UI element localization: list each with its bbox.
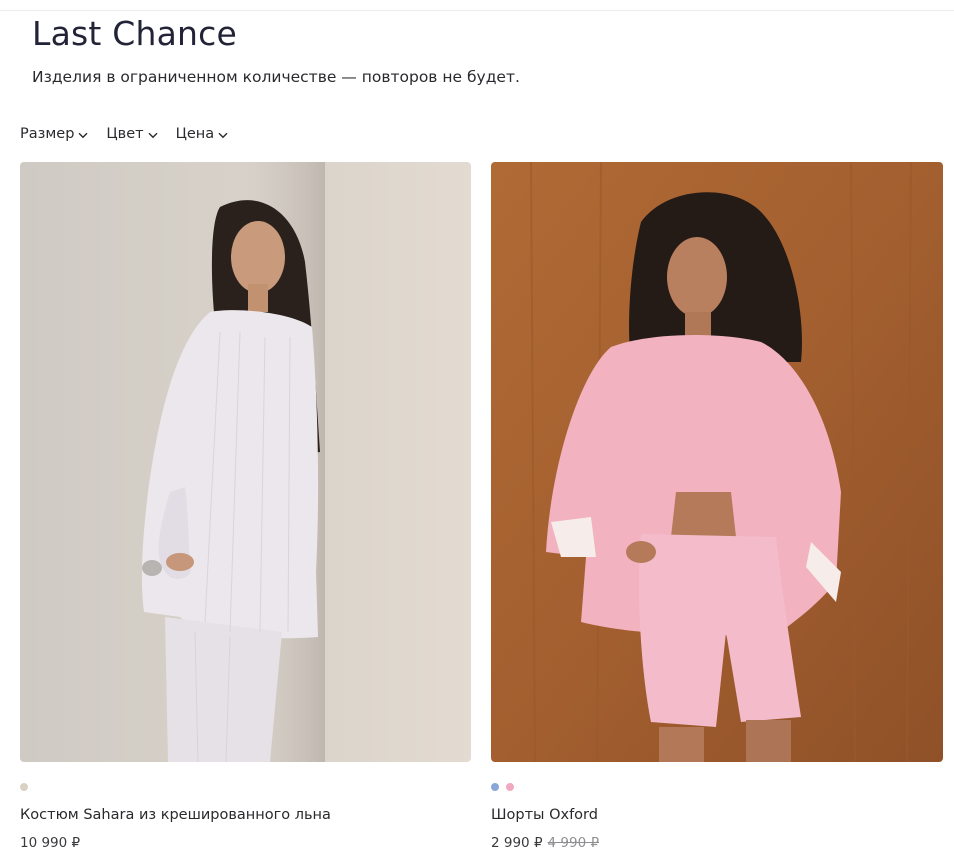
filter-color[interactable]: Цвет: [106, 124, 158, 144]
filter-price-label: Цена: [175, 126, 215, 142]
product-card: Шорты Oxford 2 990 ₽ 4 990 ₽: [491, 162, 943, 853]
page-title: Last Chance: [32, 14, 237, 53]
color-swatch[interactable]: [506, 783, 514, 791]
color-swatches: [491, 783, 943, 791]
filter-size[interactable]: Размер: [20, 124, 88, 144]
chevron-down-icon: [78, 130, 88, 139]
color-swatches: [20, 783, 471, 791]
header-divider: [0, 10, 954, 11]
filter-price[interactable]: Цена: [176, 124, 229, 144]
product-price-row: 10 990 ₽: [20, 833, 471, 853]
chevron-down-icon: [218, 130, 228, 139]
product-name[interactable]: Костюм Sahara из крешированного льна: [20, 805, 471, 825]
product-price: 10 990 ₽: [20, 835, 81, 851]
product-name[interactable]: Шорты Oxford: [491, 805, 943, 825]
color-swatch[interactable]: [20, 783, 28, 791]
product-image[interactable]: [20, 162, 471, 762]
filter-size-label: Размер: [20, 126, 75, 142]
product-price: 2 990 ₽: [491, 835, 543, 851]
color-swatch[interactable]: [491, 783, 499, 791]
filter-bar: Размер Цвет Цена: [20, 124, 228, 144]
product-price-row: 2 990 ₽ 4 990 ₽: [491, 833, 943, 853]
product-old-price: 4 990 ₽: [547, 835, 600, 851]
chevron-down-icon: [148, 130, 158, 139]
page-subtitle: Изделия в ограниченном количестве — повт…: [32, 68, 520, 86]
product-image[interactable]: [491, 162, 943, 762]
product-card: Костюм Sahara из крешированного льна 10 …: [20, 162, 471, 853]
filter-color-label: Цвет: [106, 126, 144, 142]
